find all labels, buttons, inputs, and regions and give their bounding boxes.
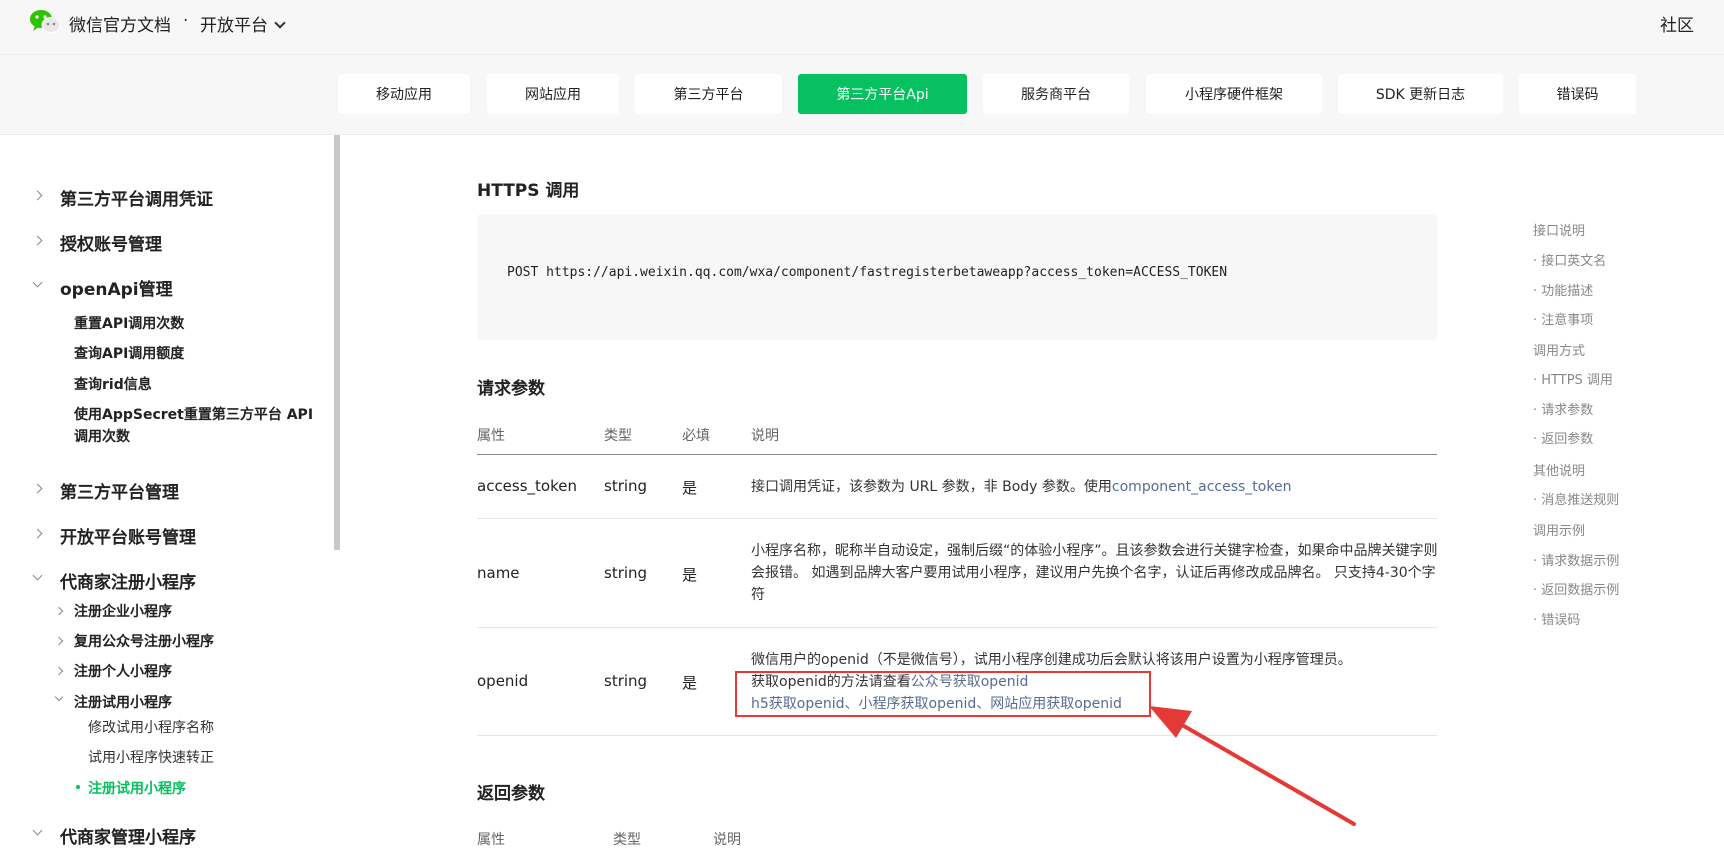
toc-item-function-desc[interactable]: · 功能描述 bbox=[1533, 280, 1593, 299]
param-type: string bbox=[604, 477, 648, 495]
chevron-right-icon bbox=[32, 528, 43, 539]
community-link[interactable]: 社区 bbox=[1660, 11, 1694, 36]
param-description-line: 小程序名称，昵称半自动设定，强制后缀“的体验小程序”。且该参数会进行关键字检查，… bbox=[751, 543, 1438, 559]
tab-sdk-changelog[interactable]: SDK 更新日志 bbox=[1338, 74, 1503, 114]
chevron-down-icon bbox=[54, 692, 64, 702]
sidebar-item-auth-accounts[interactable]: 授权账号管理 bbox=[60, 230, 162, 255]
sidebar-item-manage-miniprogram[interactable]: 代商家管理小程序 bbox=[60, 823, 196, 848]
chevron-right-icon bbox=[32, 235, 43, 246]
col-header-description: 说明 bbox=[713, 832, 741, 848]
sidebar-item-trial-convert[interactable]: 试用小程序快速转正 bbox=[88, 747, 214, 767]
sidebar-item-rename-trial[interactable]: 修改试用小程序名称 bbox=[88, 717, 214, 737]
chevron-down-icon bbox=[274, 17, 286, 29]
sidebar-item-appsecret-reset-cont[interactable]: 调用次数 bbox=[74, 426, 130, 446]
code-block: POST https://api.weixin.qq.com/wxa/compo… bbox=[477, 214, 1437, 340]
request-url-code: POST https://api.weixin.qq.com/wxa/compo… bbox=[507, 265, 1228, 280]
sidebar-item-register-trial-active[interactable]: 注册试用小程序 bbox=[88, 778, 186, 798]
active-indicator-dot bbox=[76, 785, 80, 789]
toc-item-response-params[interactable]: · 返回参数 bbox=[1533, 428, 1593, 447]
toc-item-examples[interactable]: 调用示例 bbox=[1533, 520, 1585, 539]
toc-item-api-desc[interactable]: 接口说明 bbox=[1533, 220, 1585, 239]
sidebar-item-register-trial[interactable]: 注册试用小程序 bbox=[74, 692, 172, 712]
chevron-down-icon bbox=[32, 570, 43, 581]
col-header-attribute: 属性 bbox=[477, 832, 505, 848]
row-divider bbox=[477, 735, 1437, 736]
sidebar-item-register-personal[interactable]: 注册个人小程序 bbox=[74, 661, 172, 681]
tab-mobile-app[interactable]: 移动应用 bbox=[338, 74, 470, 114]
toc-item-api-name[interactable]: · 接口英文名 bbox=[1533, 250, 1606, 269]
param-required: 是 bbox=[682, 479, 698, 497]
col-header-required: 必填 bbox=[682, 428, 710, 444]
sidebar-item-register-enterprise[interactable]: 注册企业小程序 bbox=[74, 601, 172, 621]
category-tab-bar: 移动应用 网站应用 第三方平台 第三方平台Api 服务商平台 小程序硬件框架 S… bbox=[0, 55, 1724, 135]
request-params-heading: 请求参数 bbox=[477, 379, 545, 399]
sidebar-item-open-account-mgmt[interactable]: 开放平台账号管理 bbox=[60, 523, 196, 548]
tab-miniprogram-hardware[interactable]: 小程序硬件框架 bbox=[1146, 74, 1322, 114]
title-separator: · bbox=[183, 11, 189, 31]
top-bar: 微信官方文档 · 开放平台 社区 bbox=[0, 0, 1724, 55]
row-divider bbox=[477, 518, 1437, 519]
chevron-right-icon bbox=[54, 666, 64, 676]
sidebar-item-reuse-oa-register[interactable]: 复用公众号注册小程序 bbox=[74, 631, 214, 651]
param-required: 是 bbox=[682, 566, 698, 584]
sidebar-item-appsecret-reset[interactable]: 使用AppSecret重置第三方平台 API bbox=[74, 404, 313, 424]
chevron-down-icon bbox=[32, 825, 43, 836]
row-divider bbox=[477, 627, 1437, 628]
param-type: string bbox=[604, 564, 648, 582]
tab-error-codes[interactable]: 错误码 bbox=[1519, 74, 1636, 114]
toc-item-other-notes[interactable]: 其他说明 bbox=[1533, 460, 1585, 479]
tab-third-party-platform[interactable]: 第三方平台 bbox=[635, 74, 782, 114]
param-description-text: 接口调用凭证，该参数为 URL 参数，非 Body 参数。使用 bbox=[751, 479, 1112, 495]
sidebar-item-reset-api-quota[interactable]: 重置API调用次数 bbox=[74, 313, 184, 333]
toc-item-request-example[interactable]: · 请求数据示例 bbox=[1533, 550, 1619, 569]
param-name: access_token bbox=[477, 477, 577, 495]
sidebar-item-query-rid[interactable]: 查询rid信息 bbox=[74, 374, 152, 394]
toc-item-response-example[interactable]: · 返回数据示例 bbox=[1533, 579, 1619, 598]
tab-website-app[interactable]: 网站应用 bbox=[487, 74, 619, 114]
chevron-right-icon bbox=[32, 483, 43, 494]
chevron-right-icon bbox=[54, 606, 64, 616]
param-required: 是 bbox=[682, 674, 698, 692]
sidebar-item-openapi[interactable]: openApi管理 bbox=[60, 275, 173, 300]
sidebar: 第三方平台调用凭证 授权账号管理 openApi管理 重置API调用次数 查询A… bbox=[0, 135, 340, 854]
sidebar-item-credentials[interactable]: 第三方平台调用凭证 bbox=[60, 185, 213, 210]
sidebar-item-register-miniprogram[interactable]: 代商家注册小程序 bbox=[60, 568, 196, 593]
param-description-line: 符 bbox=[751, 587, 765, 603]
col-header-attribute: 属性 bbox=[477, 428, 505, 444]
sidebar-item-query-api-quota[interactable]: 查询API调用额度 bbox=[74, 343, 184, 363]
tab-service-provider-platform[interactable]: 服务商平台 bbox=[983, 74, 1129, 114]
param-type: string bbox=[604, 672, 648, 690]
chevron-right-icon bbox=[54, 636, 64, 646]
platform-menu[interactable]: 开放平台 bbox=[200, 11, 286, 36]
toc-item-notes[interactable]: · 注意事项 bbox=[1533, 309, 1593, 328]
param-description: 接口调用凭证，该参数为 URL 参数，非 Body 参数。使用component… bbox=[751, 476, 1291, 498]
toc-item-call-method[interactable]: 调用方式 bbox=[1533, 340, 1585, 359]
param-name: name bbox=[477, 564, 520, 582]
param-description-line: 微信用户的openid（不是微信号），试用小程序创建成功后会默认将该用户设置为小… bbox=[751, 652, 1352, 668]
toc-item-push-rules[interactable]: · 消息推送规则 bbox=[1533, 489, 1619, 508]
param-description-line: 会报错。 如遇到品牌大客户要用试用小程序，建议用户先换个名字，认证后再修改成品牌… bbox=[751, 565, 1436, 581]
toc-item-https-call[interactable]: · HTTPS 调用 bbox=[1533, 369, 1613, 388]
toc-item-error-codes[interactable]: · 错误码 bbox=[1533, 609, 1580, 628]
tab-third-party-platform-api[interactable]: 第三方平台Api bbox=[798, 74, 967, 114]
chevron-down-icon bbox=[32, 277, 43, 288]
highlight-box bbox=[735, 671, 1151, 717]
response-params-heading: 返回参数 bbox=[477, 784, 545, 804]
param-name: openid bbox=[477, 672, 529, 690]
col-header-type: 类型 bbox=[604, 428, 632, 444]
component-access-token-link[interactable]: component_access_token bbox=[1112, 479, 1292, 495]
wechat-logo-icon[interactable] bbox=[29, 8, 61, 34]
sidebar-item-platform-mgmt[interactable]: 第三方平台管理 bbox=[60, 478, 179, 503]
site-title[interactable]: 微信官方文档 bbox=[69, 11, 171, 36]
table-header-divider bbox=[477, 454, 1437, 455]
platform-menu-label: 开放平台 bbox=[200, 16, 268, 36]
https-call-heading: HTTPS 调用 bbox=[477, 181, 580, 201]
col-header-type: 类型 bbox=[613, 832, 641, 848]
toc-item-request-params[interactable]: · 请求参数 bbox=[1533, 399, 1593, 418]
col-header-description: 说明 bbox=[751, 428, 779, 444]
chevron-right-icon bbox=[32, 190, 43, 201]
main-content: HTTPS 调用 POST https://api.weixin.qq.com/… bbox=[340, 135, 1460, 854]
